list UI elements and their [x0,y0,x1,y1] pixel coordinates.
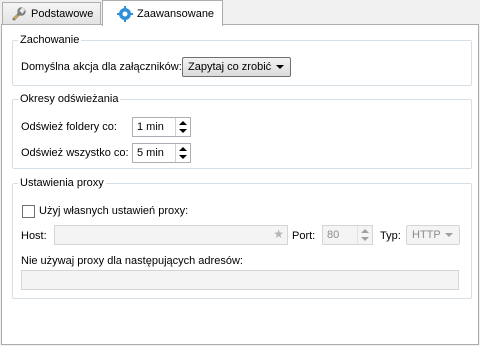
proxy-host-label: Host: [21,230,47,242]
spinner-buttons[interactable] [175,144,190,162]
refresh-group-title: Okresy odświeżania [20,93,119,105]
arrow-down-icon[interactable] [179,129,187,133]
spinner-buttons[interactable] [357,226,372,244]
tab-advanced[interactable]: Zaawansowane [102,0,223,26]
advanced-settings-panel: Zachowanie Domyślna akcja dla załącznikó… [1,24,479,345]
proxy-type-select[interactable]: HTTP [406,225,460,245]
gear-icon [117,5,133,22]
proxy-type-value: HTTP [412,229,441,241]
proxy-port-spinner[interactable]: 80 [322,225,373,245]
refresh-all-spinner[interactable]: 5 min [132,143,191,163]
attachment-action-value: Zapytaj co zrobić [188,61,272,73]
chevron-down-icon [445,233,453,237]
refresh-folders-value: 1 min [137,121,164,133]
spinner-buttons[interactable] [175,118,190,136]
wrench-icon [11,6,27,22]
behavior-group-title: Zachowanie [20,34,80,46]
arrow-up-icon[interactable] [361,229,369,233]
proxy-port-label: Port: [292,230,316,242]
arrow-up-icon[interactable] [179,147,187,151]
proxy-host-input[interactable]: ★ [54,225,288,245]
tab-basic-label: Podstawowe [31,7,94,20]
refresh-all-label: Odśwież wszystko co: [21,147,129,159]
star-icon: ★ [273,227,284,241]
tab-basic[interactable]: Podstawowe [2,2,101,24]
arrow-down-icon[interactable] [179,155,187,159]
proxy-group-title: Ustawienia proxy [20,177,104,189]
proxy-exclusions-input[interactable] [21,270,459,290]
use-own-proxy-checkbox[interactable] [22,205,35,218]
arrow-down-icon[interactable] [361,237,369,241]
attachment-action-select[interactable]: Zapytaj co zrobić [182,57,291,77]
attachment-action-label: Domyślna akcja dla załączników: [21,61,182,73]
tab-bar: Podstawowe Zaawansowane [0,0,480,26]
refresh-folders-label: Odśwież foldery co: [21,121,117,133]
proxy-exclusions-label: Nie używaj proxy dla następujących adres… [21,255,243,267]
chevron-down-icon [276,65,284,69]
refresh-all-value: 5 min [137,147,164,159]
proxy-port-value: 80 [327,229,340,241]
use-own-proxy-label: Użyj własnych ustawień proxy: [39,205,189,217]
arrow-up-icon[interactable] [179,121,187,125]
refresh-folders-spinner[interactable]: 1 min [132,117,191,137]
proxy-type-label: Typ: [380,230,401,242]
tab-advanced-label: Zaawansowane [137,7,215,20]
